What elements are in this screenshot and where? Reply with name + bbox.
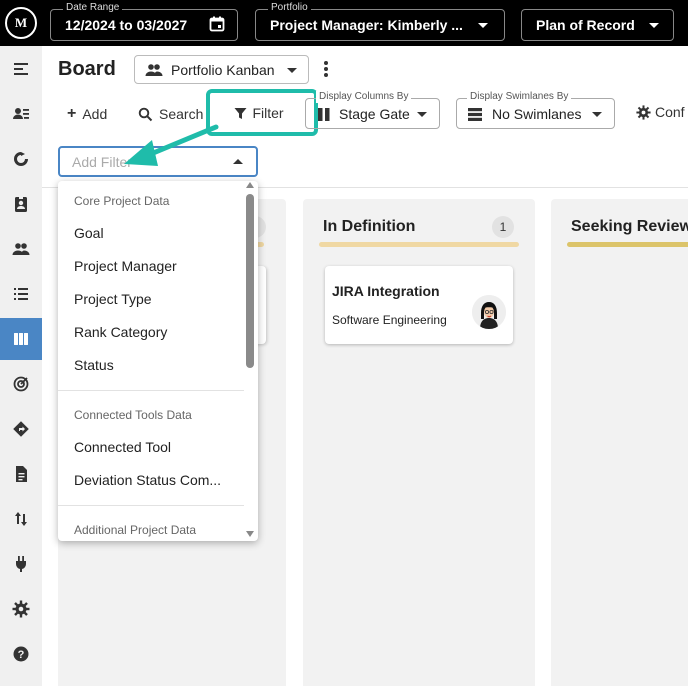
cycle-icon[interactable] [0, 138, 42, 180]
portfolio-select[interactable]: Portfolio Project Manager: Kimberly ... [255, 2, 505, 41]
columns-select[interactable]: Display Columns By Stage Gate [305, 91, 440, 129]
target-icon[interactable] [0, 363, 42, 405]
group-divider [58, 505, 244, 506]
filter-option[interactable]: Project Manager [74, 258, 177, 274]
filter-option[interactable]: Project Type [74, 291, 152, 307]
group-header: Connected Tools Data [74, 408, 192, 422]
more-options-icon[interactable] [318, 60, 334, 80]
project-card[interactable]: JIRA Integration Software Engineering [325, 266, 513, 344]
kanban-column: Seeking Review [551, 199, 688, 686]
card-subtitle: Software Engineering [332, 313, 447, 327]
add-button[interactable]: + Add [67, 104, 107, 124]
date-range-label: Date Range [63, 2, 123, 14]
scrollbar-thumb[interactable] [246, 194, 254, 368]
filter-option[interactable]: Connected Tool [74, 439, 171, 455]
sidebar: ? [0, 46, 42, 686]
columns-value: Stage Gate [339, 106, 410, 122]
settings-icon[interactable] [0, 588, 42, 630]
group-icon [145, 61, 163, 84]
avatar[interactable] [472, 295, 506, 329]
filter-option[interactable]: Rank Category [74, 324, 167, 340]
contact-badge-icon[interactable] [0, 183, 42, 225]
group-header: Additional Project Data [74, 523, 197, 537]
group-divider [58, 390, 244, 391]
chevron-down-icon [649, 23, 659, 28]
search-label: Search [159, 106, 204, 122]
portfolio-value: Project Manager: Kimberly ... [270, 17, 463, 33]
column-title: Seeking Review [571, 218, 688, 235]
settings-icon [636, 104, 651, 120]
column-title: In Definition [323, 218, 416, 235]
add-filter-field[interactable] [58, 146, 258, 177]
scroll-up-arrow[interactable] [246, 182, 254, 188]
date-range-field[interactable]: Date Range 12/2024 to 03/2027 [50, 2, 238, 41]
view-select-value: Portfolio Kanban [171, 62, 275, 78]
filter-option[interactable]: Goal [74, 225, 104, 241]
chevron-up-icon[interactable] [233, 159, 243, 164]
menu-icon[interactable] [0, 48, 42, 90]
column-color-bar [567, 242, 688, 247]
config-label: Conf [655, 104, 685, 120]
logo-text: M [14, 15, 28, 30]
plan-select[interactable]: Plan of Record [521, 9, 674, 41]
plus-icon: + [67, 105, 77, 122]
chevron-down-icon [592, 112, 602, 117]
svg-text:?: ? [18, 649, 25, 661]
add-filter-input[interactable] [72, 154, 222, 170]
group-header: Core Project Data [74, 194, 170, 208]
scroll-down-arrow[interactable] [246, 531, 254, 537]
page-title: Board [58, 58, 116, 80]
view-select[interactable]: Portfolio Kanban [134, 55, 309, 84]
filter-dropdown: Core Project Data Goal Project Manager P… [58, 181, 258, 541]
chevron-down-icon [478, 23, 488, 28]
portfolio-label: Portfolio [268, 2, 311, 14]
swimlanes-label: Display Swimlanes By [467, 91, 572, 103]
chevron-down-icon [287, 68, 297, 73]
people-list-icon[interactable] [0, 93, 42, 135]
plug-icon[interactable] [0, 543, 42, 585]
chevron-down-icon [417, 112, 427, 117]
app-logo[interactable]: M [5, 7, 37, 39]
filter-option[interactable]: Status [74, 357, 114, 373]
list-icon[interactable] [0, 273, 42, 315]
swimlanes-value: No Swimlanes [492, 106, 582, 122]
search-button[interactable]: Search [138, 104, 203, 124]
calendar-icon[interactable] [209, 16, 225, 35]
column-color-bar [319, 242, 519, 247]
plan-value: Plan of Record [536, 17, 635, 33]
swimlanes-select[interactable]: Display Swimlanes By No Swimlanes [456, 91, 615, 129]
card-title: JIRA Integration [332, 283, 440, 299]
add-label: Add [82, 106, 108, 122]
help-icon[interactable]: ? [0, 633, 42, 675]
filter-option[interactable]: Deviation Status Com... [74, 472, 221, 488]
date-range-value: 12/2024 to 03/2027 [65, 17, 188, 33]
swimlanes-icon [468, 108, 482, 126]
column-count-badge: 1 [492, 216, 514, 238]
sort-arrows-icon[interactable] [0, 498, 42, 540]
group-icon[interactable] [0, 228, 42, 270]
columns-label: Display Columns By [316, 91, 412, 103]
columns-icon [318, 108, 330, 126]
board-icon[interactable] [0, 318, 42, 360]
top-bar: M Date Range 12/2024 to 03/2027 Portfoli… [0, 0, 688, 46]
filter-highlight [206, 89, 318, 136]
config-button[interactable]: Conf [636, 104, 685, 120]
document-icon[interactable] [0, 453, 42, 495]
search-icon [138, 107, 153, 122]
directions-icon[interactable] [0, 408, 42, 450]
